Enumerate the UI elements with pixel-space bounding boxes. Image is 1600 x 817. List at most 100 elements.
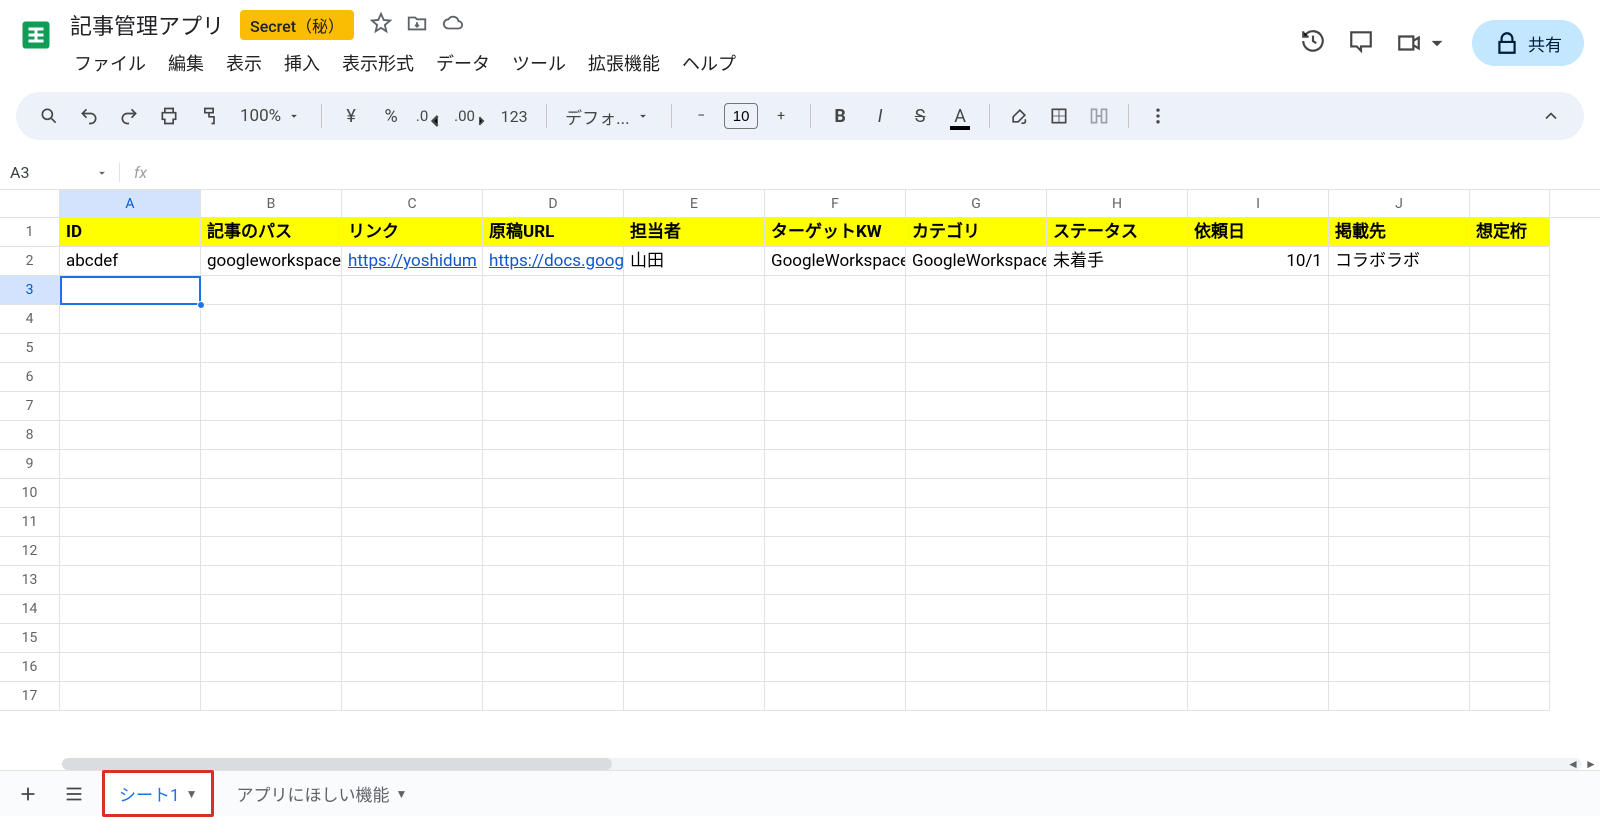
sheet-tab-menu-icon[interactable]: ▼ bbox=[395, 787, 407, 801]
cell-H3[interactable] bbox=[1047, 276, 1188, 305]
sheet-tab-menu-icon[interactable]: ▼ bbox=[186, 787, 198, 801]
cell-B10[interactable] bbox=[201, 479, 342, 508]
cell-J10[interactable] bbox=[1329, 479, 1470, 508]
col-header-I[interactable]: I bbox=[1188, 190, 1329, 217]
cell-A17[interactable] bbox=[60, 682, 201, 711]
cell-J3[interactable] bbox=[1329, 276, 1470, 305]
cell-F10[interactable] bbox=[765, 479, 906, 508]
cell-H12[interactable] bbox=[1047, 537, 1188, 566]
share-button[interactable]: 共有 bbox=[1472, 20, 1584, 66]
cell-I14[interactable] bbox=[1188, 595, 1329, 624]
cell-I2[interactable]: 10/1 bbox=[1188, 247, 1329, 276]
cell-D13[interactable] bbox=[483, 566, 624, 595]
cell-G11[interactable] bbox=[906, 508, 1047, 537]
cell-C4[interactable] bbox=[342, 305, 483, 334]
menu-edit[interactable]: 編集 bbox=[158, 44, 214, 82]
cell-B5[interactable] bbox=[201, 334, 342, 363]
cell-C6[interactable] bbox=[342, 363, 483, 392]
cell-J7[interactable] bbox=[1329, 392, 1470, 421]
cell-G17[interactable] bbox=[906, 682, 1047, 711]
cell-J1[interactable]: 掲載先 bbox=[1329, 218, 1470, 247]
decrease-decimal-icon[interactable]: .0 bbox=[414, 99, 448, 133]
cell-E14[interactable] bbox=[624, 595, 765, 624]
cell-J15[interactable] bbox=[1329, 624, 1470, 653]
sheets-logo[interactable] bbox=[16, 8, 56, 62]
cell-A7[interactable] bbox=[60, 392, 201, 421]
cell-F16[interactable] bbox=[765, 653, 906, 682]
cell-G4[interactable] bbox=[906, 305, 1047, 334]
cell-G14[interactable] bbox=[906, 595, 1047, 624]
cell-I7[interactable] bbox=[1188, 392, 1329, 421]
cell-I15[interactable] bbox=[1188, 624, 1329, 653]
cell-E13[interactable] bbox=[624, 566, 765, 595]
cell-I12[interactable] bbox=[1188, 537, 1329, 566]
cell-J9[interactable] bbox=[1329, 450, 1470, 479]
more-icon[interactable] bbox=[1141, 99, 1175, 133]
col-header-D[interactable]: D bbox=[483, 190, 624, 217]
cell-F12[interactable] bbox=[765, 537, 906, 566]
cell-E10[interactable] bbox=[624, 479, 765, 508]
cell-G3[interactable] bbox=[906, 276, 1047, 305]
cell-F11[interactable] bbox=[765, 508, 906, 537]
cell-I6[interactable] bbox=[1188, 363, 1329, 392]
col-header-A[interactable]: A bbox=[60, 190, 201, 217]
row-header-14[interactable]: 14 bbox=[0, 595, 60, 624]
cell-A13[interactable] bbox=[60, 566, 201, 595]
cell-H13[interactable] bbox=[1047, 566, 1188, 595]
cell-A6[interactable] bbox=[60, 363, 201, 392]
cell-H16[interactable] bbox=[1047, 653, 1188, 682]
cell-J4[interactable] bbox=[1329, 305, 1470, 334]
cell-A5[interactable] bbox=[60, 334, 201, 363]
cell-H7[interactable] bbox=[1047, 392, 1188, 421]
menu-extensions[interactable]: 拡張機能 bbox=[578, 44, 670, 82]
cell-D9[interactable] bbox=[483, 450, 624, 479]
sheet-tab-1[interactable]: シート1 ▼ bbox=[102, 770, 214, 817]
cell-H9[interactable] bbox=[1047, 450, 1188, 479]
cell-I3[interactable] bbox=[1188, 276, 1329, 305]
menu-format[interactable]: 表示形式 bbox=[332, 44, 424, 82]
row-header-3[interactable]: 3 bbox=[0, 276, 60, 305]
cell-F4[interactable] bbox=[765, 305, 906, 334]
cell-H2[interactable]: 未着手 bbox=[1047, 247, 1188, 276]
format-123-icon[interactable]: 123 bbox=[494, 99, 534, 133]
row-header-1[interactable]: 1 bbox=[0, 218, 60, 247]
cell-E16[interactable] bbox=[624, 653, 765, 682]
cell-B7[interactable] bbox=[201, 392, 342, 421]
cell-A15[interactable] bbox=[60, 624, 201, 653]
row-header-15[interactable]: 15 bbox=[0, 624, 60, 653]
cell-D7[interactable] bbox=[483, 392, 624, 421]
cell-A9[interactable] bbox=[60, 450, 201, 479]
cell-G5[interactable] bbox=[906, 334, 1047, 363]
cell-E11[interactable] bbox=[624, 508, 765, 537]
star-icon[interactable] bbox=[370, 12, 392, 38]
cell-J14[interactable] bbox=[1329, 595, 1470, 624]
cell-J5[interactable] bbox=[1329, 334, 1470, 363]
cell-H10[interactable] bbox=[1047, 479, 1188, 508]
cell-B16[interactable] bbox=[201, 653, 342, 682]
menu-tools[interactable]: ツール bbox=[502, 44, 576, 82]
cell-C13[interactable] bbox=[342, 566, 483, 595]
col-header-H[interactable]: H bbox=[1047, 190, 1188, 217]
undo-icon[interactable] bbox=[72, 99, 106, 133]
cell-H8[interactable] bbox=[1047, 421, 1188, 450]
row-header-2[interactable]: 2 bbox=[0, 247, 60, 276]
cell-K10[interactable] bbox=[1470, 479, 1550, 508]
cell-D6[interactable] bbox=[483, 363, 624, 392]
collapse-toolbar-icon[interactable] bbox=[1534, 99, 1568, 133]
sheet-tab-2[interactable]: アプリにほしい機能 ▼ bbox=[224, 773, 419, 814]
col-header-C[interactable]: C bbox=[342, 190, 483, 217]
cell-F1[interactable]: ターゲットKW bbox=[765, 218, 906, 247]
cell-G2[interactable]: GoogleWorkspace bbox=[906, 247, 1047, 276]
row-header-12[interactable]: 12 bbox=[0, 537, 60, 566]
row-header-10[interactable]: 10 bbox=[0, 479, 60, 508]
cell-G15[interactable] bbox=[906, 624, 1047, 653]
cell-F9[interactable] bbox=[765, 450, 906, 479]
cell-B4[interactable] bbox=[201, 305, 342, 334]
cell-J13[interactable] bbox=[1329, 566, 1470, 595]
paint-format-icon[interactable] bbox=[192, 99, 226, 133]
cell-I17[interactable] bbox=[1188, 682, 1329, 711]
cell-F7[interactable] bbox=[765, 392, 906, 421]
cell-K4[interactable] bbox=[1470, 305, 1550, 334]
redo-icon[interactable] bbox=[112, 99, 146, 133]
select-all-corner[interactable] bbox=[0, 190, 60, 217]
